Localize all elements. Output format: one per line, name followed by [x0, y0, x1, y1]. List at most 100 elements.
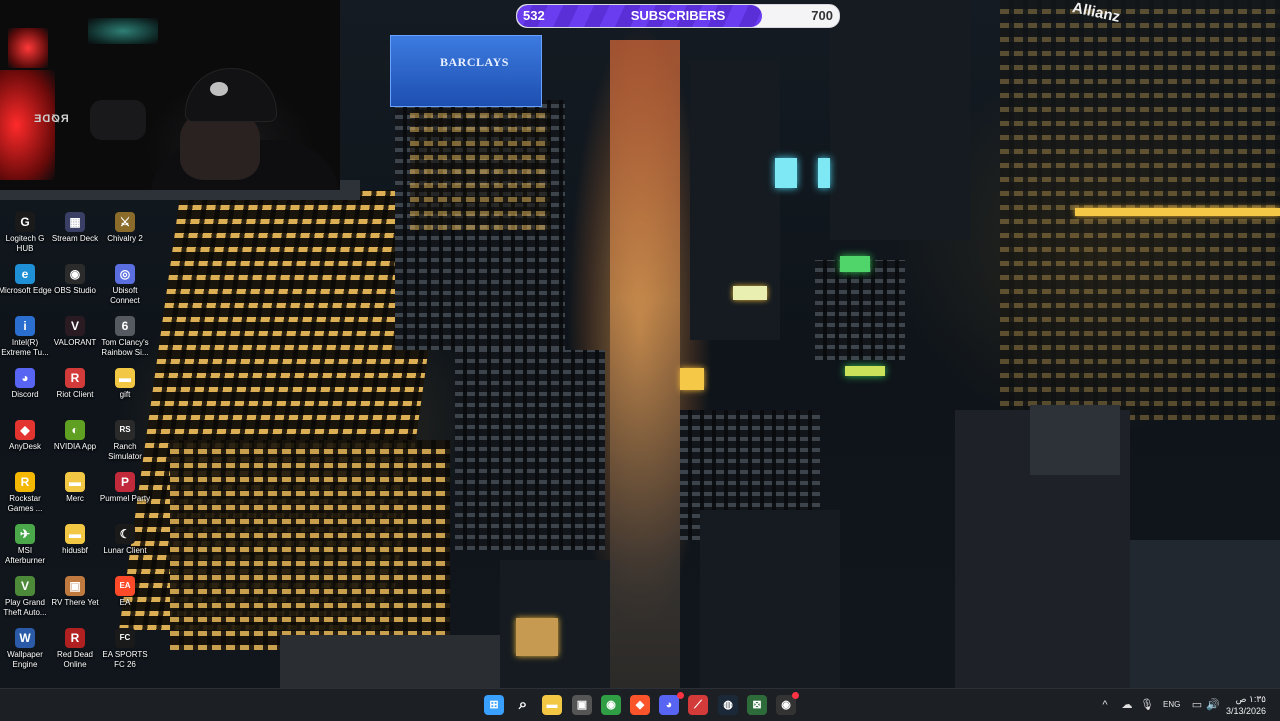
desktop-icon-intel[interactable]: i Intel(R) Extreme Tu... [0, 316, 50, 366]
folder-icon: ▬ [65, 472, 85, 492]
desktop-icon-folder[interactable]: ▬ gift [100, 368, 150, 418]
desktop-icon-valorant[interactable]: V VALORANT [50, 316, 100, 366]
desktop-icon-ea[interactable]: EA EA [100, 576, 150, 626]
folder-icon: ▬ [115, 368, 135, 388]
discord-icon: ◕ [15, 368, 35, 388]
taskbar-microsoft-store-button[interactable]: ▣ [572, 695, 592, 715]
desktop-icon-label: Tom Clancy's Rainbow Si... [101, 338, 149, 357]
taskbar: ⊞ ⌕ ▬ ▣ ◉ ◆ ◕ ⟋ ◍ ⊠ ◉ ^ ☁ 🎙 ENG ▭ 🔊 ١:٣٥ ص 3/13/20… [0, 688, 1280, 721]
lunar-client-icon: ☾ [115, 524, 135, 544]
desktop-icon-rainbow-six[interactable]: 6 Tom Clancy's Rainbow Si... [100, 316, 150, 366]
taskbar-windows-start-button[interactable]: ⊞ [484, 695, 504, 715]
folder-icon: ▬ [65, 524, 85, 544]
building-center-left-upper [410, 110, 550, 230]
desktop-icon-label: Logitech G HUB [5, 234, 45, 253]
desktop-icon-label: Red Dead Online [56, 650, 94, 669]
rockstar-icon: R [15, 472, 35, 492]
anydesk-icon: ◆ [15, 420, 35, 440]
clock-date: 3/13/2026 [1225, 706, 1266, 716]
taskbar-steam-button[interactable]: ◍ [718, 695, 738, 715]
clock[interactable]: ١:٣٥ ص 3/13/2026 [1226, 693, 1266, 717]
ea-sports-fc-icon: FC [115, 628, 135, 648]
teal-monitor-glow [88, 18, 158, 44]
desktop-icon-msi-afterburner[interactable]: ✈ MSI Afterburner [0, 524, 50, 574]
show-hidden-icons-chevron[interactable]: ^ [1098, 698, 1112, 712]
lit-floor-strip [1075, 208, 1280, 216]
desktop-icon-ea-sports-fc[interactable]: FC EA SPORTS FC 26 [100, 628, 150, 678]
desktop-icon-wallpaper-engine[interactable]: W Wallpaper Engine [0, 628, 50, 678]
desktop-icon-rv-there-yet[interactable]: ▣ RV There Yet [50, 576, 100, 626]
desktop-icon-label: Riot Client [56, 390, 94, 399]
desktop-icon-stream-deck[interactable]: ▦ Stream Deck [50, 212, 100, 262]
rv-there-yet-icon: ▣ [65, 576, 85, 596]
taskbar-chrome-button[interactable]: ◉ [601, 695, 621, 715]
desktop-icon-rockstar[interactable]: R Rockstar Games ... [0, 472, 50, 522]
taskbar-red-app-button[interactable]: ⟋ [688, 695, 708, 715]
building-bottom-left [280, 635, 500, 688]
desktop-icon-chivalry[interactable]: ⚔ Chivalry 2 [100, 212, 150, 262]
red-dead-icon: R [65, 628, 85, 648]
building-left-lower [170, 440, 450, 650]
desktop-icon-ubisoft[interactable]: ◎ Ubisoft Connect [100, 264, 150, 314]
desktop-icon-logitech[interactable]: G Logitech G HUB [0, 212, 50, 262]
rooftop-light [733, 286, 767, 300]
weather-cloud-icon[interactable]: ☁ [1120, 698, 1134, 712]
nvidia-icon: ◐ [65, 420, 85, 440]
building-far-right-roof [1030, 405, 1120, 475]
desktop-icon-label: EA SPORTS FC 26 [102, 650, 148, 669]
red-led-light [0, 70, 55, 180]
desktop-icon-label: AnyDesk [8, 442, 41, 451]
edge-icon: e [15, 264, 35, 284]
desktop-icon-gta[interactable]: V Play Grand Theft Auto... [0, 576, 50, 626]
building-right-low [700, 510, 840, 688]
desktop-icon-nvidia[interactable]: ◐ NVIDIA App [50, 420, 100, 470]
gta-icon: V [15, 576, 35, 596]
building-center-mid [455, 350, 605, 550]
desktop-icon-red-dead[interactable]: R Red Dead Online [50, 628, 100, 678]
language-indicator[interactable]: ENG [1163, 700, 1180, 709]
desktop-icon-edge[interactable]: e Microsoft Edge [0, 264, 52, 314]
desktop-icon-label: Discord [11, 390, 39, 399]
logitech-icon: G [15, 212, 35, 232]
taskbar-discord-button[interactable]: ◕ [659, 695, 679, 715]
desktop-icon-label: Stream Deck [51, 234, 99, 243]
desktop-icon-riot[interactable]: R Riot Client [50, 368, 100, 418]
taskbar-xbox-button[interactable]: ⊠ [747, 695, 767, 715]
desktop-icon-label: Rockstar Games ... [7, 494, 43, 513]
network-icon[interactable]: ▭ [1190, 698, 1204, 712]
street-glow [610, 40, 680, 688]
desktop-icon-discord[interactable]: ◕ Discord [0, 368, 50, 418]
desktop-icon-anydesk[interactable]: ◆ AnyDesk [0, 420, 50, 470]
msi-afterburner-icon: ✈ [15, 524, 35, 544]
ranch-icon: RS [115, 420, 135, 440]
streamer-cap [185, 68, 277, 122]
desktop-icon-label: Pummel Party [99, 494, 151, 503]
ubisoft-icon: ◎ [115, 264, 135, 284]
taskbar-search-button[interactable]: ⌕ [513, 695, 533, 715]
cyan-billboard [775, 158, 797, 188]
rainbow-six-icon: 6 [115, 316, 135, 336]
obs-notification-badge [792, 692, 799, 699]
microphone-icon[interactable]: 🎙 [1140, 698, 1154, 712]
desktop-icon-label: hidusbf [62, 546, 88, 555]
subscriber-goal-bar: SUBSCRIBERS 532 700 [516, 4, 840, 28]
desktop-icon-folder[interactable]: ▬ Merc [50, 472, 100, 522]
barclays-billboard [390, 35, 542, 107]
microphone [90, 100, 146, 140]
taskbar-brave-button[interactable]: ◆ [630, 695, 650, 715]
desktop-icon-label: Microsoft Edge [0, 286, 52, 295]
subscriber-goal-label: SUBSCRIBERS [630, 8, 726, 23]
desktop-icon-pummel-party[interactable]: P Pummel Party [100, 472, 150, 522]
webcam-overlay: RØDE [0, 0, 340, 190]
desktop-icon-ranch[interactable]: RS Ranch Simulator [100, 420, 150, 470]
desktop-icon-folder[interactable]: ▬ hidusbf [50, 524, 100, 574]
volume-icon[interactable]: 🔊 [1206, 698, 1220, 712]
valorant-icon: V [65, 316, 85, 336]
desktop-icon-lunar-client[interactable]: ☾ Lunar Client [100, 524, 150, 574]
desktop-icon-obs[interactable]: ◉ OBS Studio [50, 264, 100, 314]
desktop-icon-label: Wallpaper Engine [7, 650, 43, 669]
desktop-icon-label: Play Grand Theft Auto... [3, 598, 47, 617]
building-right-midblock [815, 260, 905, 360]
taskbar-file-explorer-button[interactable]: ▬ [542, 695, 562, 715]
desktop-icon-label: EA [119, 598, 131, 607]
